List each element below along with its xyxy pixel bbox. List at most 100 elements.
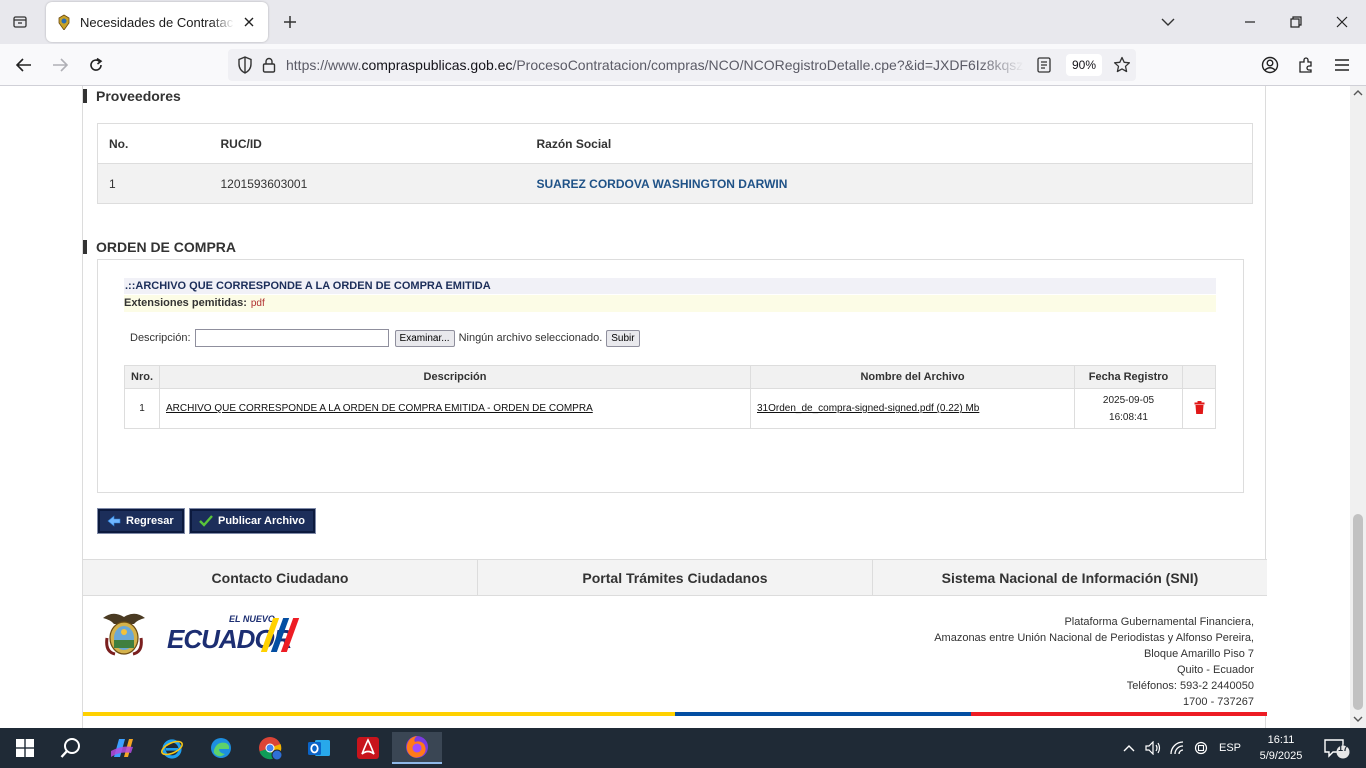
allowed-extensions: Extensiones pemitidas: pdf: [124, 295, 1216, 312]
browser-nav-bar: https://www.compraspublicas.gob.ec/Proce…: [0, 44, 1366, 86]
firefox-icon[interactable]: [392, 732, 442, 764]
address-line: Bloque Amarillo Piso 7: [1143, 648, 1254, 660]
list-all-tabs-chevron-icon[interactable]: [1152, 6, 1184, 38]
search-icon[interactable]: [50, 732, 92, 764]
browser-tab-active[interactable]: Necesidades de Contratación y: [46, 2, 268, 42]
file-download-link[interactable]: 31Orden_de_compra-signed-signed.pdf (0.2…: [757, 403, 979, 414]
scroll-up-arrow-icon[interactable]: [1353, 88, 1363, 98]
provider-no: 1: [97, 163, 210, 204]
google-chrome-icon[interactable]: [249, 732, 291, 764]
back-arrow-blue-icon: [106, 513, 122, 529]
file-date: 2025-09-05: [1102, 394, 1155, 406]
account-icon[interactable]: [1256, 52, 1284, 78]
reader-view-icon[interactable]: [1032, 53, 1056, 77]
windows-start-icon[interactable]: [4, 732, 46, 764]
adobe-acrobat-icon[interactable]: [347, 732, 389, 764]
minimize-icon[interactable]: [1234, 6, 1266, 38]
restore-icon[interactable]: [1280, 6, 1312, 38]
clock-date: 5/9/2025: [1259, 750, 1303, 762]
address-line: Teléfonos: 593-2 2440050: [1126, 680, 1254, 692]
col-header-descripcion: Descripción: [159, 365, 751, 389]
address-line: Quito - Ecuador: [1176, 664, 1254, 676]
page-scrollbar[interactable]: [1350, 86, 1366, 728]
file-nro: 1: [124, 388, 160, 429]
footer-link-contacto[interactable]: Contacto Ciudadano: [83, 560, 478, 595]
description-input[interactable]: [194, 329, 389, 347]
microsoft-edge-icon[interactable]: [200, 732, 242, 764]
file-time: 16:08:41: [1109, 411, 1148, 423]
col-header-actions: [1182, 365, 1216, 389]
footer-link-portal-tramites[interactable]: Portal Trámites Ciudadanos: [478, 560, 873, 595]
close-window-icon[interactable]: [1326, 6, 1358, 38]
speaker-volume-icon[interactable]: [1142, 728, 1164, 768]
upload-submit-button[interactable]: Subir: [606, 329, 640, 347]
battery-saver-icon[interactable]: [1190, 728, 1212, 768]
flag-bar-yellow: [83, 712, 675, 716]
file-description-link[interactable]: ARCHIVO QUE CORRESPONDE A LA ORDEN DE CO…: [166, 403, 593, 414]
reload-icon[interactable]: [82, 52, 110, 78]
hamburger-menu-icon[interactable]: [1328, 52, 1356, 78]
back-arrow-icon[interactable]: [10, 52, 38, 78]
file-date-cell: 2025-09-05 16:08:41: [1074, 388, 1183, 429]
orden-section-title: ORDEN DE COMPRA: [83, 239, 236, 255]
taskbar-clock[interactable]: 16:11 5/9/2025: [1248, 732, 1314, 764]
ext-value: pdf: [250, 298, 265, 309]
orden-heading: .::ARCHIVO QUE CORRESPONDE A LA ORDEN DE…: [124, 278, 1216, 294]
internet-explorer-icon[interactable]: [151, 732, 193, 764]
url-path: /ProcesoContratacion/compras/NCO/NCORegi…: [512, 57, 1024, 73]
address-bar[interactable]: https://www.compraspublicas.gob.ec/Proce…: [228, 49, 1136, 81]
publish-file-button[interactable]: Publicar Archivo: [188, 508, 317, 534]
flag-bar-red: [971, 712, 1267, 716]
col-header-ruc: RUC/ID: [209, 123, 526, 164]
footer-link-sni[interactable]: Sistema Nacional de Información (SNI): [873, 560, 1267, 595]
footer-address: Plataforma Gubernamental Financiera, Ama…: [934, 614, 1254, 710]
providers-section-title: Proveedores: [83, 88, 181, 104]
tab-overview-icon[interactable]: [8, 10, 32, 34]
provider-name-link[interactable]: SUAREZ CORDOVA WASHINGTON DARWIN: [525, 163, 1253, 204]
copilot-icon[interactable]: [101, 732, 143, 764]
scrollbar-thumb[interactable]: [1353, 514, 1363, 710]
url-domain: compraspublicas.gob.ec: [361, 57, 513, 73]
file-actions-cell: [1182, 388, 1216, 429]
extensions-puzzle-icon[interactable]: [1292, 52, 1320, 78]
tab-title: Necesidades de Contratación y: [80, 14, 234, 30]
address-line: Amazonas entre Unión Nacional de Periodi…: [934, 632, 1254, 644]
bookmark-star-icon[interactable]: [1110, 53, 1134, 77]
browse-file-button[interactable]: Examinar...: [394, 329, 455, 347]
language-indicator[interactable]: ESP: [1214, 728, 1246, 768]
trash-delete-icon[interactable]: [1194, 400, 1205, 417]
tab-close-icon[interactable]: [240, 13, 258, 31]
table-row: 1 ARCHIVO QUE CORRESPONDE A LA ORDEN DE …: [124, 388, 1216, 429]
providers-header-row: No. RUC/ID Razón Social: [97, 123, 1253, 164]
orden-upload-panel: .::ARCHIVO QUE CORRESPONDE A LA ORDEN DE…: [97, 259, 1244, 493]
col-header-nro: Nro.: [124, 365, 160, 389]
page-container: Proveedores No. RUC/ID Razón Social 1 12…: [82, 86, 1267, 728]
back-button[interactable]: Regresar: [97, 508, 185, 534]
scroll-down-arrow-icon[interactable]: [1353, 714, 1363, 724]
lock-icon[interactable]: [258, 54, 280, 76]
url-prefix: https://www.: [286, 57, 362, 73]
file-name-cell: 31Orden_de_compra-signed-signed.pdf (0.2…: [750, 388, 1075, 429]
forward-arrow-icon[interactable]: [46, 52, 74, 78]
upload-row: Descripción: Examinar... Ningún archivo …: [130, 328, 640, 348]
url-text[interactable]: https://www.compraspublicas.gob.ec/Proce…: [286, 57, 1024, 73]
address-line: 1700 - 737267: [1183, 696, 1254, 708]
no-file-selected-text: Ningún archivo seleccionado.: [458, 332, 603, 344]
back-button-label: Regresar: [126, 515, 174, 527]
outlook-icon[interactable]: [298, 732, 340, 764]
footer-links-bar: Contacto Ciudadano Portal Trámites Ciuda…: [83, 559, 1267, 596]
providers-table: No. RUC/ID Razón Social 1 1201593603001 …: [97, 123, 1253, 204]
zoom-level-badge[interactable]: 90%: [1066, 54, 1103, 76]
provider-ruc: 1201593603001: [209, 163, 526, 204]
footer-main: EL NUEVO ECUADOR Plataforma Gubernamenta…: [83, 596, 1267, 712]
brand-small-text: EL NUEVO: [229, 614, 275, 624]
new-tab-plus-icon[interactable]: [278, 10, 302, 34]
network-wifi-icon[interactable]: [1166, 728, 1188, 768]
publish-button-label: Publicar Archivo: [218, 515, 306, 527]
tracking-protection-shield-icon[interactable]: [234, 54, 256, 76]
table-row: 1 1201593603001 SUAREZ CORDOVA WASHINGTO…: [97, 163, 1253, 204]
notification-center-icon[interactable]: 17: [1320, 728, 1354, 768]
clock-time: 16:11: [1267, 734, 1295, 746]
browser-tab-bar: Necesidades de Contratación y: [0, 0, 1366, 44]
show-hidden-icons-chevron-icon[interactable]: [1118, 728, 1140, 768]
